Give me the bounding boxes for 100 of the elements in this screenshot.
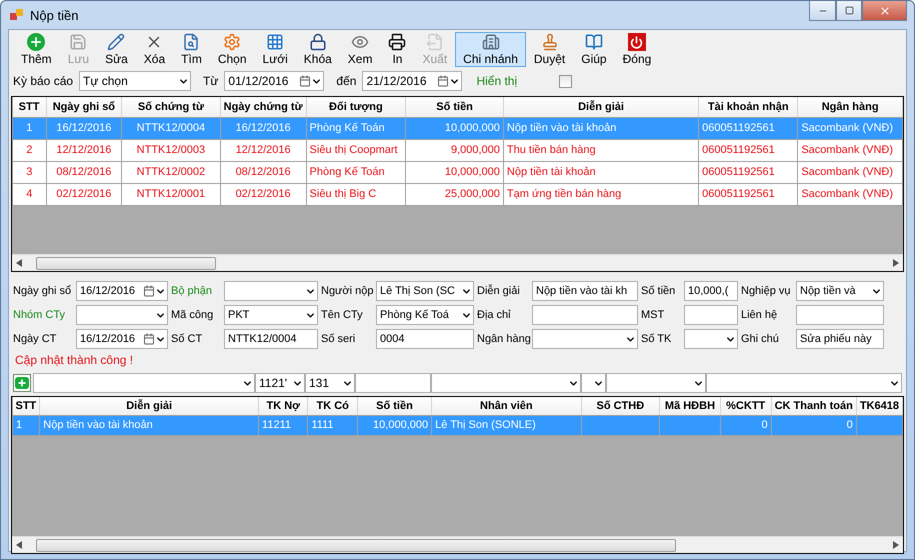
dropdown-field[interactable] (224, 281, 318, 301)
toolbar-button[interactable]: Xem (340, 32, 380, 67)
dropdown-field[interactable]: Nộp tiền và (796, 281, 884, 301)
column-header[interactable]: Ngân hàng (798, 97, 902, 117)
table-cell[interactable]: 10,000,000 (406, 161, 504, 183)
table-cell[interactable] (660, 415, 720, 435)
table-cell[interactable]: Sacombank (VNĐ) (798, 183, 902, 205)
toolbar-button[interactable]: Chọn (210, 32, 255, 67)
column-header[interactable]: TK6418 (856, 397, 902, 415)
table-cell[interactable]: 9,000,000 (406, 139, 504, 161)
table-cell[interactable]: 12/12/2016 (46, 139, 122, 161)
dropdown-field[interactable] (684, 329, 738, 349)
text-field[interactable] (796, 305, 884, 325)
dropdown-field[interactable]: Lê Thị Son (SC (376, 281, 474, 301)
table-cell[interactable]: 060051192561 (698, 161, 798, 183)
maximize-button[interactable] (836, 1, 862, 21)
dropdown-field[interactable]: 1121' (255, 373, 305, 393)
horizontal-scrollbar[interactable] (12, 536, 903, 553)
text-field[interactable] (355, 373, 431, 393)
scroll-left-icon[interactable] (16, 541, 22, 549)
checkbox[interactable] (559, 74, 572, 88)
dropdown-field[interactable] (581, 373, 606, 393)
column-header[interactable]: Ngày chứng từ (220, 97, 306, 117)
toolbar-button[interactable]: Giúp (573, 32, 615, 67)
column-header[interactable]: STT (12, 397, 40, 415)
table-cell[interactable]: Tạm ứng tiền bán hàng (503, 183, 699, 205)
toolbar-button[interactable]: Sửa (97, 32, 136, 67)
text-field[interactable]: 10,000,( (684, 281, 738, 301)
table-cell[interactable]: 4 (12, 183, 46, 205)
dropdown-field[interactable] (33, 373, 255, 393)
dropdown-field[interactable] (606, 373, 706, 393)
date-picker[interactable]: 16/12/2016 (76, 281, 168, 301)
toolbar-button[interactable]: Xóa (136, 32, 174, 67)
table-cell[interactable]: 060051192561 (698, 183, 798, 205)
dropdown-field[interactable] (532, 329, 638, 349)
table-cell[interactable]: 060051192561 (698, 139, 798, 161)
dropdown-field[interactable] (431, 373, 581, 393)
column-header[interactable]: Mã HĐBH (660, 397, 720, 415)
dropdown-field[interactable] (706, 373, 902, 393)
table-cell[interactable]: Phòng Kế Toán (306, 161, 406, 183)
dropdown-field[interactable] (76, 305, 168, 325)
date-picker[interactable]: 21/12/2016 (362, 71, 462, 91)
horizontal-scrollbar[interactable] (12, 254, 903, 271)
table-cell[interactable]: 02/12/2016 (46, 183, 122, 205)
column-header[interactable]: Đối tượng (306, 97, 406, 117)
column-header[interactable]: Số chứng từ (122, 97, 220, 117)
table-cell[interactable]: Thu tiền bán hàng (503, 139, 699, 161)
text-field[interactable] (684, 305, 738, 325)
toolbar-button[interactable]: Đóng (614, 32, 660, 67)
text-field[interactable]: NTTK12/0004 (224, 329, 318, 349)
table-cell[interactable]: NTTK12/0003 (122, 139, 220, 161)
toolbar-button[interactable]: Lưới (254, 32, 296, 67)
scroll-left-icon[interactable] (16, 259, 22, 267)
dropdown-field[interactable]: Tự chọn (79, 71, 192, 91)
text-field[interactable]: Sửa phiếu này (796, 329, 884, 349)
table-cell[interactable]: 08/12/2016 (46, 161, 122, 183)
toolbar-button[interactable]: Tìm (173, 32, 210, 67)
column-header[interactable]: Diễn giải (503, 97, 699, 117)
table-cell[interactable]: NTTK12/0001 (122, 183, 220, 205)
column-header[interactable]: Số tiền (406, 97, 504, 117)
column-header[interactable]: Số tiền (357, 397, 432, 415)
toolbar-button[interactable]: In (380, 32, 414, 67)
table-cell[interactable]: Siêu thị Big C (306, 183, 406, 205)
table-cell[interactable]: Siêu thị Coopmart (306, 139, 406, 161)
table-cell[interactable]: 3 (12, 161, 46, 183)
date-picker[interactable]: 16/12/2016 (76, 329, 168, 349)
table-cell[interactable] (856, 415, 902, 435)
table-cell[interactable]: Sacombank (VNĐ) (798, 139, 902, 161)
table-cell[interactable]: Nộp tiền tài khoản (503, 161, 699, 183)
toolbar-button[interactable]: Thêm (13, 32, 60, 67)
table-cell[interactable]: 25,000,000 (406, 183, 504, 205)
minimize-button[interactable] (809, 1, 836, 21)
scroll-right-icon[interactable] (893, 259, 899, 267)
table-cell[interactable]: 2 (12, 139, 46, 161)
table-cell[interactable]: 08/12/2016 (220, 161, 306, 183)
table-cell[interactable]: NTTK12/0002 (122, 161, 220, 183)
toolbar-button[interactable]: Khóa (296, 32, 340, 67)
table-cell[interactable]: 12/12/2016 (220, 139, 306, 161)
toolbar-button[interactable]: Duyệt (526, 32, 574, 67)
scroll-right-icon[interactable] (893, 541, 899, 549)
column-header[interactable]: TK Nợ (258, 397, 308, 415)
column-header[interactable]: Diễn giải (40, 397, 259, 415)
table-cell[interactable]: 02/12/2016 (220, 183, 306, 205)
dropdown-field[interactable]: Phòng Kế Toá (376, 305, 474, 325)
add-row-button[interactable] (13, 374, 31, 392)
text-field[interactable] (532, 305, 638, 325)
date-picker[interactable]: 01/12/2016 (224, 71, 324, 91)
text-field[interactable]: Nộp tiền vào tài kh (532, 281, 638, 301)
column-header[interactable]: CK Thanh toán (771, 397, 856, 415)
column-header[interactable]: STT (12, 97, 46, 117)
column-header[interactable]: %CKTT (720, 397, 772, 415)
column-header[interactable]: Số CTHĐ (581, 397, 660, 415)
table-cell[interactable]: Sacombank (VNĐ) (798, 161, 902, 183)
table-cell[interactable] (581, 415, 660, 435)
column-header[interactable]: Nhân viên (432, 397, 582, 415)
text-field[interactable]: 0004 (376, 329, 474, 349)
column-header[interactable]: TK Có (308, 397, 358, 415)
column-header[interactable]: Ngày ghi sổ (46, 97, 122, 117)
dropdown-field[interactable]: PKT (224, 305, 318, 325)
toolbar-button[interactable]: Chi nhánh (455, 32, 526, 67)
